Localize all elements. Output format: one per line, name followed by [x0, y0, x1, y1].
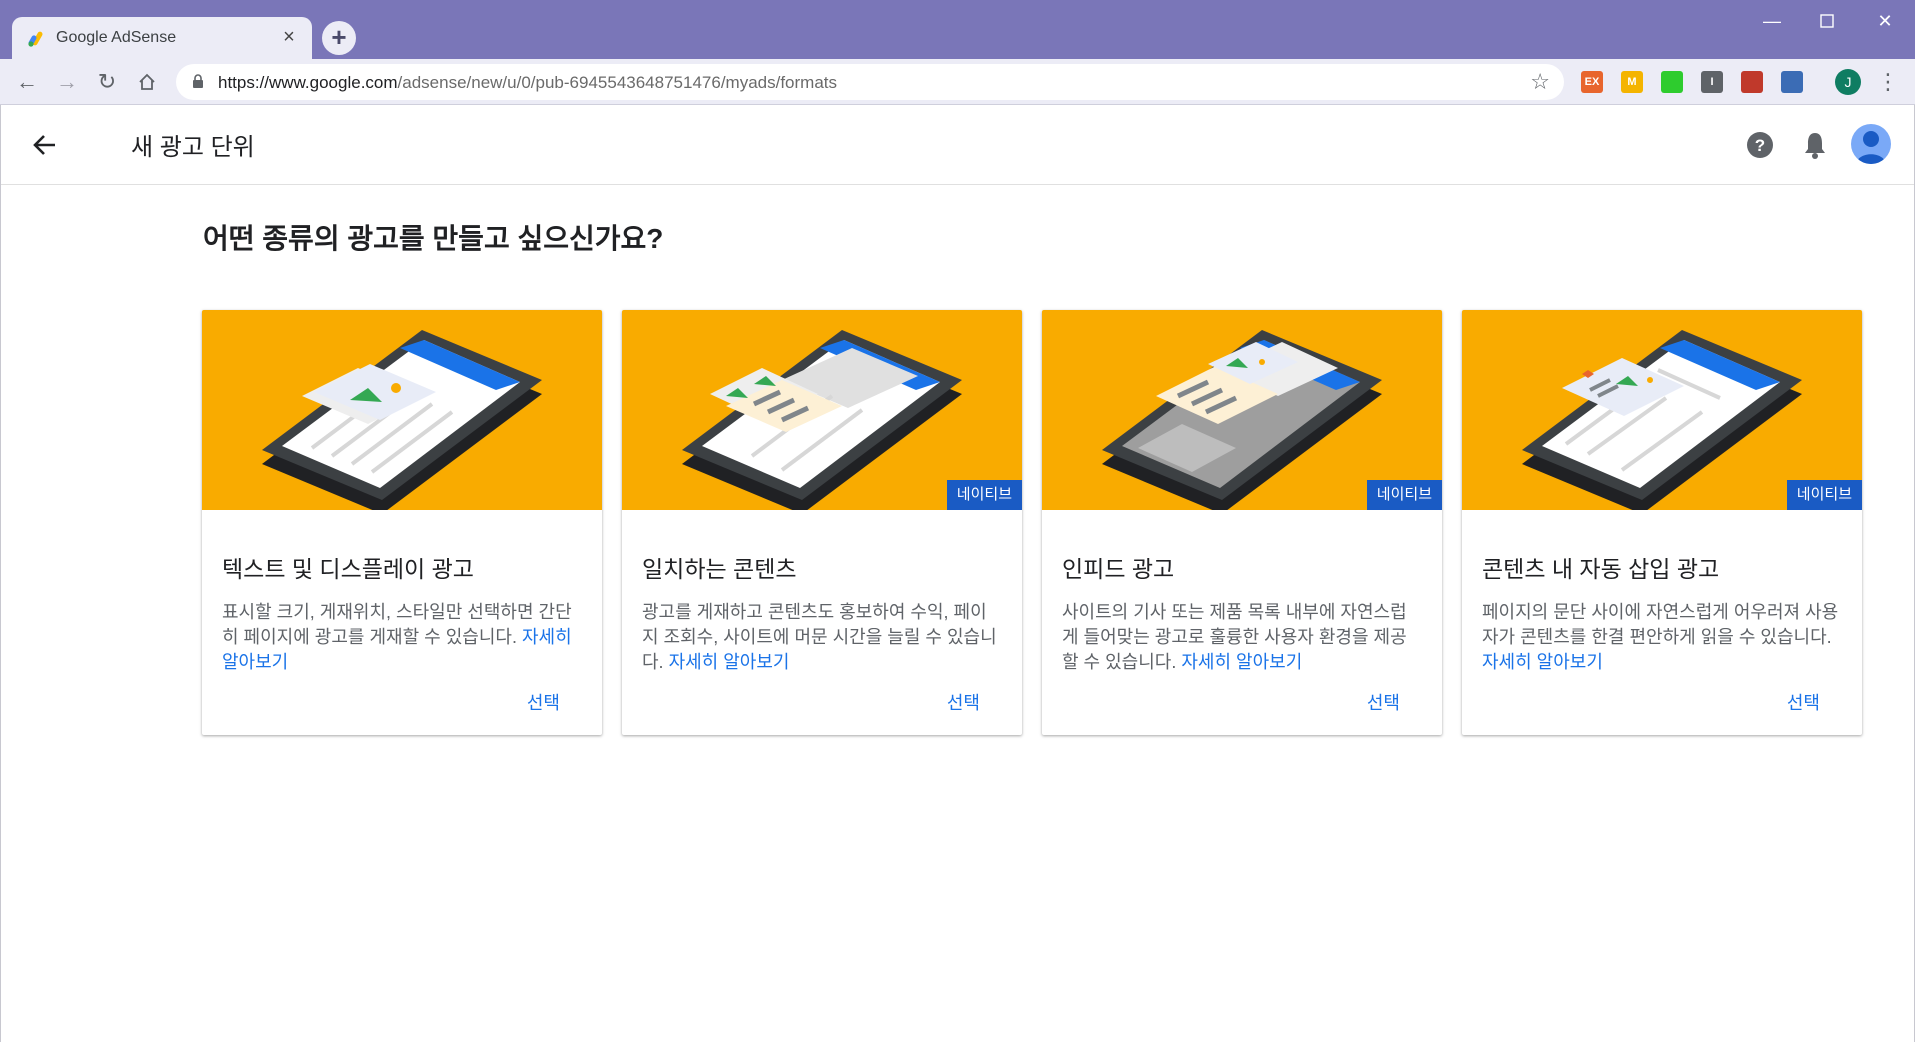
reload-icon[interactable]: ↻ — [92, 67, 122, 97]
extension-2-icon[interactable] — [1661, 71, 1683, 93]
bookmark-star-icon[interactable]: ☆ — [1530, 69, 1550, 95]
card-description: 사이트의 기사 또는 제품 목록 내부에 자연스럽게 들어맞는 광고로 훌륭한 … — [1062, 600, 1422, 675]
url-path: /adsense/new/u/0/pub-6945543648751476/my… — [397, 73, 838, 92]
learn-more-link[interactable]: 자세히 알아보기 — [1181, 652, 1302, 672]
notifications-bell-icon[interactable] — [1802, 131, 1828, 159]
app-bar: 새 광고 단위 ? — [1, 105, 1914, 185]
new-tab-button[interactable]: + — [322, 21, 356, 55]
svg-text:?: ? — [1755, 136, 1765, 155]
card-text-display-ads[interactable]: 텍스트 및 디스플레이 광고 표시할 크기, 게재위치, 스타일만 선택하면 간… — [202, 310, 602, 735]
browser-toolbar: ← → ↻ https://www.google.com/adsense/new… — [0, 59, 1915, 105]
back-arrow-icon[interactable] — [27, 127, 63, 163]
card-matched-content[interactable]: 네이티브 일치하는 콘텐츠 광고를 게재하고 콘텐츠도 홍보하여 수익, 페이지… — [622, 310, 1022, 735]
address-bar[interactable]: https://www.google.com/adsense/new/u/0/p… — [176, 64, 1564, 100]
extension-5-icon[interactable] — [1781, 71, 1803, 93]
card-hero-image — [202, 310, 602, 510]
card-title: 일치하는 콘텐츠 — [642, 556, 797, 582]
card-hero-image: 네이티브 — [622, 310, 1022, 510]
select-button[interactable]: 선택 — [1787, 689, 1820, 715]
home-icon[interactable] — [132, 67, 162, 97]
native-badge: 네이티브 — [1366, 480, 1442, 510]
card-in-feed-ads[interactable]: 네이티브 인피드 광고 사이트의 기사 또는 제품 목록 내부에 자연스럽게 들… — [1042, 310, 1442, 735]
tab-close-icon[interactable]: × — [278, 26, 300, 48]
card-description: 표시할 크기, 게재위치, 스타일만 선택하면 간단히 페이지에 광고를 게재할… — [222, 600, 582, 675]
page-title: 새 광고 단위 — [131, 134, 255, 161]
card-description-text: 페이지의 문단 사이에 자연스럽게 어우러져 사용자가 콘텐츠를 한결 편안하게… — [1482, 602, 1839, 647]
card-description: 광고를 게재하고 콘텐츠도 홍보하여 수익, 페이지 조회수, 사이트에 머문 … — [642, 600, 1002, 675]
forward-arrow-icon[interactable]: → — [52, 67, 82, 97]
select-button[interactable]: 선택 — [1367, 689, 1400, 715]
card-hero-image: 네이티브 — [1042, 310, 1442, 510]
card-title: 인피드 광고 — [1062, 556, 1175, 582]
learn-more-link[interactable]: 자세히 알아보기 — [1482, 652, 1603, 672]
browser-menu-icon[interactable]: ⋮ — [1877, 67, 1899, 97]
lock-icon — [193, 74, 203, 88]
browser-tab[interactable]: Google AdSense × — [12, 17, 312, 59]
extension-0-icon[interactable]: EX — [1581, 71, 1603, 93]
window-close-icon[interactable]: ✕ — [1858, 6, 1912, 36]
card-hero-image: 네이티브 — [1462, 310, 1862, 510]
native-badge: 네이티브 — [946, 480, 1022, 510]
url-host: https://www.google.com — [218, 73, 398, 92]
profile-avatar[interactable]: J — [1835, 69, 1861, 95]
card-in-article-ads[interactable]: 네이티브 콘텐츠 내 자동 삽입 광고 페이지의 문단 사이에 자연스럽게 어우… — [1462, 310, 1862, 735]
minimize-icon[interactable]: — — [1745, 6, 1799, 36]
page-question: 어떤 종류의 광고를 만들고 싶으신가요? — [203, 223, 664, 254]
extension-1-icon[interactable]: M — [1621, 71, 1643, 93]
tab-title: Google AdSense — [56, 29, 177, 46]
card-title: 텍스트 및 디스플레이 광고 — [222, 556, 474, 582]
extension-4-icon[interactable] — [1741, 71, 1763, 93]
page-content: 새 광고 단위 ? 어떤 종류의 광고를 만들고 싶으신가요? 텍스트 및 디스… — [0, 105, 1915, 1042]
select-button[interactable]: 선택 — [527, 689, 560, 715]
url-text: https://www.google.com/adsense/new/u/0/p… — [218, 73, 837, 93]
back-arrow-icon[interactable]: ← — [12, 67, 42, 97]
card-title: 콘텐츠 내 자동 삽입 광고 — [1482, 556, 1720, 582]
maximize-icon[interactable] — [1800, 6, 1854, 36]
ad-type-cards: 텍스트 및 디스플레이 광고 표시할 크기, 게재위치, 스타일만 선택하면 간… — [202, 310, 1862, 740]
phone-illustration-icon — [262, 330, 542, 510]
card-description-text: 표시할 크기, 게재위치, 스타일만 선택하면 간단히 페이지에 광고를 게재할… — [222, 602, 572, 647]
tab-strip: Google AdSense × + — ✕ — [0, 0, 1915, 59]
select-button[interactable]: 선택 — [947, 689, 980, 715]
learn-more-link[interactable]: 자세히 알아보기 — [669, 652, 790, 672]
help-icon[interactable]: ? — [1746, 131, 1774, 159]
extension-3-icon[interactable]: I — [1701, 71, 1723, 93]
adsense-favicon-icon — [28, 31, 43, 47]
account-avatar[interactable] — [1851, 124, 1891, 164]
native-badge: 네이티브 — [1786, 480, 1862, 510]
card-description: 페이지의 문단 사이에 자연스럽게 어우러져 사용자가 콘텐츠를 한결 편안하게… — [1482, 600, 1842, 675]
